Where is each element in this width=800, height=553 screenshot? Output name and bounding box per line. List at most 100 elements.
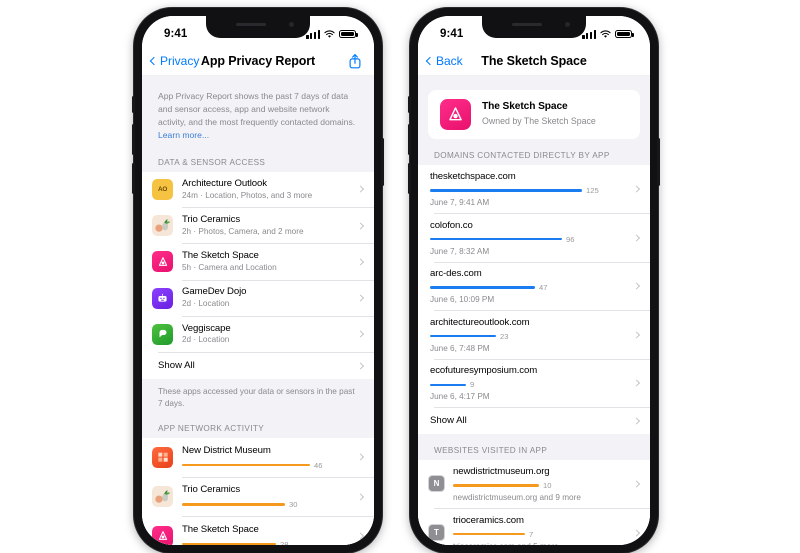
chevron-right-icon <box>632 417 641 425</box>
list-item-app[interactable]: GameDev Dojo 2d · Location <box>142 280 374 316</box>
domain-timestamp: June 7, 8:32 AM <box>430 246 490 256</box>
volume-down-button[interactable] <box>408 163 411 194</box>
app-name: New District Museum <box>182 444 271 456</box>
app-icon-new-district-museum <box>152 446 173 468</box>
data-sensor-access-card: AO Architecture Outlook 24m · Location, … <box>142 171 374 379</box>
intro-text-block: App Privacy Report shows the past 7 days… <box>142 76 374 146</box>
share-icon[interactable] <box>348 53 362 69</box>
volume-down-button[interactable] <box>132 163 135 194</box>
section-header-websites-visited: WEBSITES VISITED IN APP <box>434 445 548 455</box>
status-indicators <box>582 29 634 39</box>
app-name: The Sketch Space <box>182 523 259 535</box>
app-icon-veggiscape <box>152 323 173 345</box>
status-time: 9:41 <box>164 28 188 40</box>
list-item-network-app[interactable]: The Sketch Space 28 <box>142 517 374 545</box>
domain-timestamp: June 6, 7:48 PM <box>430 343 490 353</box>
app-name: GameDev Dojo <box>182 286 247 298</box>
chevron-right-icon <box>356 185 365 193</box>
domain-count: 96 <box>566 234 575 244</box>
section-header-domains-contacted: DOMAINS CONTACTED DIRECTLY BY APP <box>434 151 610 160</box>
chevron-right-icon <box>632 185 641 193</box>
domain-bar-group: 125 <box>430 186 624 195</box>
network-count: 46 <box>314 460 323 470</box>
list-item-network-app[interactable]: New District Museum 46 <box>142 438 374 477</box>
nav-bar-left: Privacy App Privacy Report <box>142 46 374 76</box>
page-title: App Privacy Report <box>200 53 316 68</box>
chevron-right-icon <box>356 362 365 370</box>
chevron-left-icon <box>149 56 159 65</box>
intro-description: App Privacy Report shows the past 7 days… <box>158 91 356 127</box>
list-item-app[interactable]: Veggiscape 2d · Location <box>142 317 374 353</box>
phone-left: 9:41 Privacy App Privacy Report App Priv… <box>132 8 384 553</box>
domain-timestamp: June 6, 10:09 PM <box>430 295 495 305</box>
app-icon-architecture-outlook: AO <box>152 178 173 200</box>
back-button-privacy[interactable]: Privacy <box>149 53 200 68</box>
back-button-label: Back <box>436 53 463 68</box>
list-item-website[interactable]: T trioceramics.com 7 trioceramics.com an… <box>418 509 650 545</box>
power-button[interactable] <box>657 138 660 186</box>
app-icon-trio-ceramics <box>152 215 173 237</box>
app-header-row: The Sketch Space Owned by The Sketch Spa… <box>428 90 640 139</box>
domain-bar-group: 23 <box>430 332 624 341</box>
chevron-right-icon <box>632 379 641 387</box>
domain-count: 47 <box>539 283 548 293</box>
scroll-body-right[interactable]: The Sketch Space Owned by The Sketch Spa… <box>418 76 650 545</box>
domain-name: colofon.co <box>430 219 473 231</box>
domain-bar <box>430 189 582 192</box>
list-item-app[interactable]: The Sketch Space 5h · Camera and Locatio… <box>142 244 374 280</box>
silence-switch[interactable] <box>132 96 135 113</box>
network-count: 28 <box>280 539 289 545</box>
list-item-domain[interactable]: colofon.co 96 June 7, 8:32 AM <box>418 214 650 262</box>
app-access-detail: 5h · Camera and Location <box>182 263 277 273</box>
app-access-detail: 2h · Photos, Camera, and 2 more <box>182 226 304 236</box>
network-bar-group: 28 <box>182 540 348 545</box>
volume-up-button[interactable] <box>408 124 411 155</box>
domain-bar <box>430 335 496 338</box>
app-icon-the-sketch-space <box>152 525 173 545</box>
domain-name: thesketchspace.com <box>430 171 516 182</box>
section-header-app-network-activity: APP NETWORK ACTIVITY <box>158 423 265 433</box>
notch <box>206 16 310 38</box>
list-item-domain[interactable]: architectureoutlook.com 23 June 6, 7:48 … <box>418 311 650 359</box>
chevron-right-icon <box>356 453 365 461</box>
domain-timestamp: June 7, 9:41 AM <box>430 198 490 207</box>
show-all-domains-button[interactable]: Show All <box>418 408 650 434</box>
website-detail: trioceramics.com and 5 more <box>453 542 624 545</box>
list-item-domain[interactable]: arc-des.com 47 June 6, 10:09 PM <box>418 262 650 310</box>
status-indicators <box>306 29 358 39</box>
website-bar-group: 10 <box>453 481 624 490</box>
app-icon-the-sketch-space <box>152 251 173 273</box>
website-domain: trioceramics.com <box>453 514 524 526</box>
app-access-detail: 2d · Location <box>182 335 230 345</box>
show-all-label: Show All <box>158 360 195 372</box>
volume-up-button[interactable] <box>132 124 135 155</box>
notch <box>482 16 586 38</box>
power-button[interactable] <box>381 138 384 186</box>
list-item-domain[interactable]: ecofuturesymposium.com 9 June 6, 4:17 PM <box>418 359 650 407</box>
cellular-signal-icon <box>582 29 596 39</box>
back-button-label: Privacy <box>160 53 200 68</box>
app-header-card: The Sketch Space Owned by The Sketch Spa… <box>428 90 640 139</box>
chevron-right-icon <box>356 330 365 338</box>
learn-more-link[interactable]: Learn more... <box>158 130 209 140</box>
front-camera <box>565 22 570 27</box>
list-item-app[interactable]: Trio Ceramics 2h · Photos, Camera, and 2… <box>142 208 374 244</box>
network-bar-group: 46 <box>182 461 348 470</box>
scroll-body-left[interactable]: App Privacy Report shows the past 7 days… <box>142 76 374 545</box>
battery-icon <box>339 29 358 39</box>
silence-switch[interactable] <box>408 96 411 113</box>
app-name: Trio Ceramics <box>182 484 241 496</box>
website-bar <box>453 484 539 487</box>
back-button[interactable]: Back <box>425 53 463 68</box>
list-item-domain[interactable]: thesketchspace.com 125 June 7, 9:41 AM <box>418 165 650 213</box>
network-count: 30 <box>289 500 298 510</box>
website-detail: newdistrictmuseum.org and 9 more <box>453 492 581 502</box>
show-all-data-sensor-button[interactable]: Show All <box>142 353 374 379</box>
list-item-app[interactable]: AO Architecture Outlook 24m · Location, … <box>142 172 374 208</box>
list-item-website[interactable]: N newdistrictmuseum.org 10 newdistrictmu… <box>418 460 650 508</box>
section-header-data-sensor-access: DATA & SENSOR ACCESS <box>158 157 266 167</box>
phone-right: 9:41 Back The Sketch Space The Sketch Sp… <box>408 8 660 553</box>
phone-right-screen: 9:41 Back The Sketch Space The Sketch Sp… <box>418 16 650 545</box>
domain-bar <box>430 237 562 241</box>
list-item-network-app[interactable]: Trio Ceramics 30 <box>142 477 374 516</box>
